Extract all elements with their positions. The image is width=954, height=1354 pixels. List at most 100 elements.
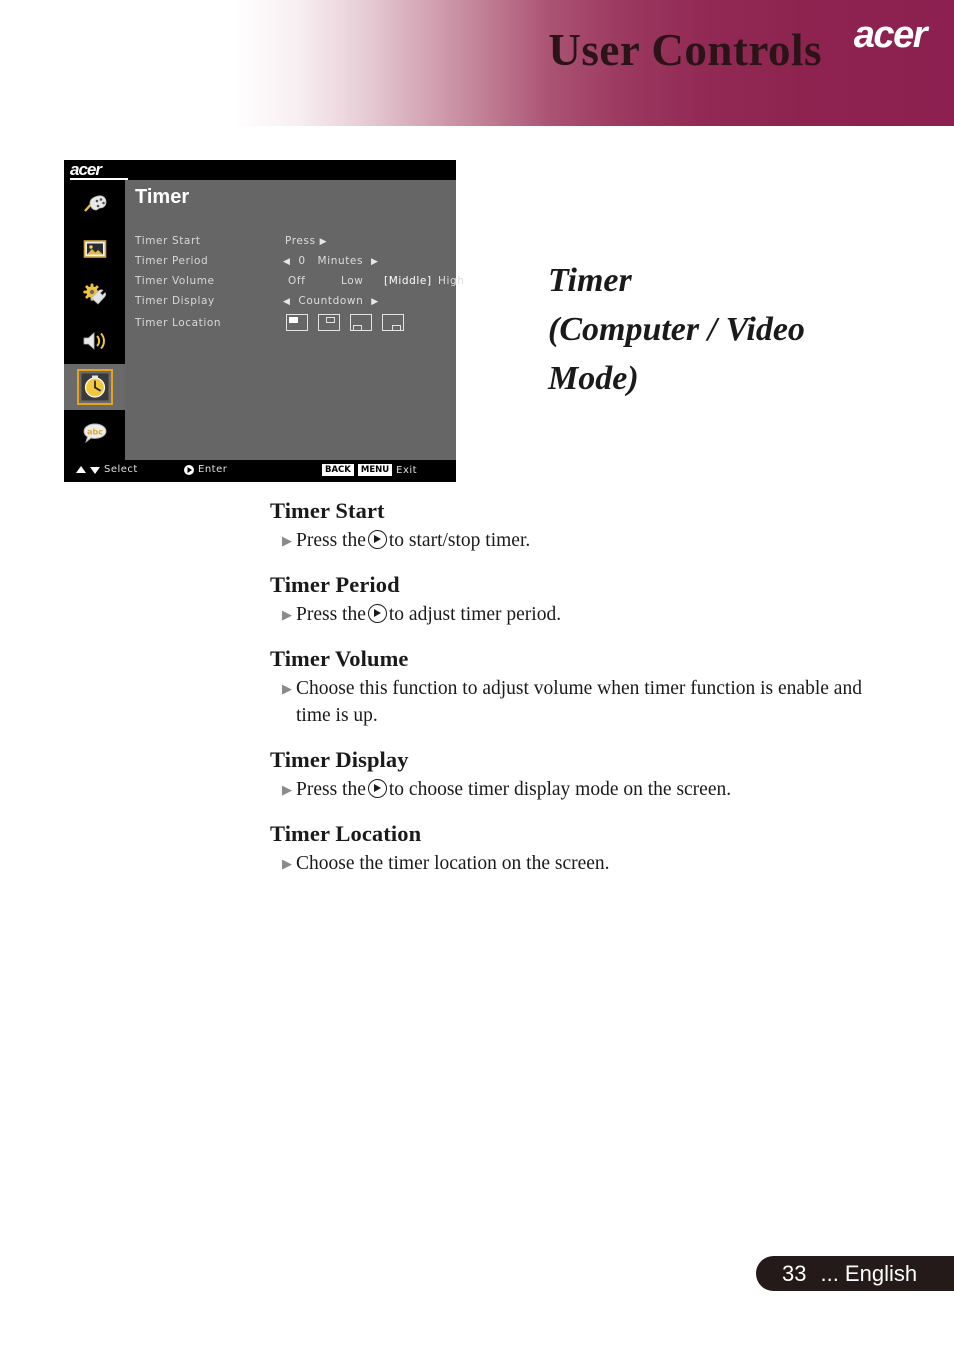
- circle-right-arrow-icon: [367, 530, 387, 549]
- osd-titlebar: acer: [64, 160, 456, 180]
- bullet-triangle-icon: ▶: [282, 782, 292, 797]
- sidebar-item-timer-settings[interactable]: [64, 364, 125, 410]
- palette-icon: [82, 190, 108, 216]
- circle-right-arrow-icon: [367, 779, 387, 798]
- osd-footer-select-label: Select: [104, 464, 138, 475]
- osd-value-timer-period-number: 0: [298, 255, 306, 267]
- osd-row-timer-start[interactable]: Timer Start Press ▶: [135, 235, 455, 255]
- arrow-up-icon: [76, 465, 86, 473]
- acer-logo: acer: [853, 14, 928, 56]
- bullet-triangle-icon: ▶: [282, 533, 292, 548]
- sidebar-item-image-settings[interactable]: [64, 226, 125, 272]
- section-title: Timer (Computer / Video Mode): [548, 256, 918, 403]
- bullet-text: Choose this function to adjust volume wh…: [296, 678, 862, 726]
- heading-timer-location: Timer Location: [270, 821, 422, 846]
- bullet-triangle-icon: ▶: [282, 856, 292, 871]
- osd-heading: Timer: [135, 186, 190, 208]
- section-title-line1: Timer: [548, 262, 632, 299]
- osd-label-timer-volume: Timer Volume: [135, 275, 215, 287]
- section-title-line3: Mode): [548, 360, 639, 397]
- osd-footer-exit-label: Exit: [396, 464, 418, 476]
- osd-footer-exit[interactable]: BACK MENU Exit: [322, 464, 417, 476]
- bullet-timer-volume: ▶ Choose this function to adjust volume …: [282, 675, 890, 729]
- arrow-left-icon[interactable]: ◀: [283, 258, 291, 267]
- bullet-text: Press the to adjust timer period.: [296, 601, 890, 628]
- bullet-text: Choose the timer location on the screen.: [296, 853, 610, 874]
- osd-option-volume-middle[interactable]: [Middle]: [384, 275, 432, 287]
- section-title-line2: (Computer / Video: [548, 311, 805, 348]
- bullet-timer-display: ▶ Press the to choose timer display mode …: [282, 776, 890, 803]
- osd-row-timer-location[interactable]: Timer Location: [135, 314, 455, 334]
- location-option-bottom-center[interactable]: [382, 314, 404, 331]
- heading-timer-volume: Timer Volume: [270, 646, 409, 671]
- location-marker: [325, 317, 335, 323]
- location-marker: [353, 325, 362, 331]
- gear-wrench-icon: [82, 282, 108, 308]
- bullet-triangle-icon: ▶: [282, 681, 292, 696]
- sidebar-item-color-settings[interactable]: [64, 180, 125, 226]
- osd-option-volume-high[interactable]: High: [438, 275, 465, 287]
- circle-right-arrow-icon: [367, 604, 387, 623]
- page-language-label: ... English: [820, 1260, 918, 1286]
- page-title: User Controls: [548, 25, 822, 75]
- abc-bubble-icon: abc: [82, 420, 108, 446]
- bullet-post: to start/stop timer.: [388, 530, 531, 551]
- arrow-down-icon: [90, 466, 100, 474]
- osd-footer-bar: Select Enter BACK MENU Exit: [64, 460, 456, 482]
- bullet-post: to choose timer display mode on the scre…: [388, 779, 732, 800]
- bullet-pre: Press the: [296, 530, 366, 551]
- clock-icon: [76, 369, 113, 405]
- sidebar-item-management-settings[interactable]: [64, 272, 125, 318]
- osd-footer-select[interactable]: Select: [76, 464, 138, 475]
- bullet-text: Press the to start/stop timer.: [296, 527, 890, 554]
- enter-circle-icon: [184, 464, 194, 475]
- osd-label-timer-location: Timer Location: [135, 317, 222, 329]
- arrow-right-icon[interactable]: ▶: [371, 258, 379, 267]
- location-option-top-center[interactable]: [318, 314, 340, 331]
- page-number: 33: [782, 1260, 807, 1286]
- bullet-timer-period: ▶ Press the to adjust timer period.: [282, 601, 890, 628]
- osd-row-timer-period[interactable]: Timer Period ◀ 0 Minutes ▶: [135, 255, 455, 275]
- location-marker: [392, 325, 401, 331]
- osd-footer-enter-label: Enter: [198, 464, 228, 475]
- osd-value-timer-display-text: Countdown: [298, 295, 364, 307]
- picture-icon: [82, 236, 108, 262]
- back-key-badge[interactable]: BACK: [322, 464, 354, 476]
- sidebar-item-audio-settings[interactable]: [64, 318, 125, 364]
- bullet-text: Press the to choose timer display mode on…: [296, 776, 890, 803]
- osd-footer-enter[interactable]: Enter: [184, 464, 227, 475]
- speaker-icon: [82, 328, 108, 354]
- osd-value-timer-start[interactable]: Press ▶: [285, 235, 327, 247]
- bullet-pre: Press the: [296, 604, 366, 625]
- location-option-top-left[interactable]: [286, 314, 308, 331]
- sidebar-item-language-settings[interactable]: abc: [64, 410, 125, 456]
- osd-label-timer-start: Timer Start: [135, 235, 201, 247]
- osd-value-timer-display[interactable]: ◀ Countdown ▶: [283, 295, 379, 307]
- menu-key-badge[interactable]: MENU: [357, 464, 393, 476]
- osd-value-timer-period-unit: Minutes: [317, 255, 364, 267]
- arrow-left-icon[interactable]: ◀: [283, 298, 291, 307]
- bullet-triangle-icon: ▶: [282, 607, 292, 622]
- osd-sidebar: abc: [64, 180, 125, 460]
- location-option-bottom-left[interactable]: [350, 314, 372, 331]
- osd-row-timer-volume[interactable]: Timer Volume Off Low [Middle] High: [135, 275, 464, 295]
- heading-timer-period: Timer Period: [270, 572, 400, 597]
- osd-acer-logo: acer: [70, 160, 102, 179]
- bullet-pre: Press the: [296, 779, 366, 800]
- osd-row-timer-display[interactable]: Timer Display ◀ Countdown ▶: [135, 295, 455, 315]
- heading-timer-display: Timer Display: [270, 747, 409, 772]
- bullet-post: to adjust timer period.: [388, 604, 562, 625]
- osd-option-volume-off[interactable]: Off: [288, 275, 305, 287]
- content-body: Timer Start ▶ Press the to start/stop tim…: [270, 498, 890, 877]
- osd-value-timer-period[interactable]: ◀ 0 Minutes ▶: [283, 255, 379, 267]
- bullet-timer-location: ▶ Choose the timer location on the scree…: [282, 850, 890, 877]
- arrow-right-icon[interactable]: ▶: [371, 298, 379, 307]
- osd-main-panel: Timer Timer Start Press ▶ Timer Period ◀…: [125, 180, 464, 460]
- location-marker: [289, 317, 298, 323]
- osd-option-volume-low[interactable]: Low: [341, 275, 363, 287]
- svg-text:abc: abc: [87, 428, 103, 437]
- page-header-banner: User Controls acer: [0, 0, 954, 126]
- osd-label-timer-period: Timer Period: [135, 255, 209, 267]
- arrow-right-icon[interactable]: ▶: [320, 238, 328, 247]
- osd-label-timer-display: Timer Display: [135, 295, 215, 307]
